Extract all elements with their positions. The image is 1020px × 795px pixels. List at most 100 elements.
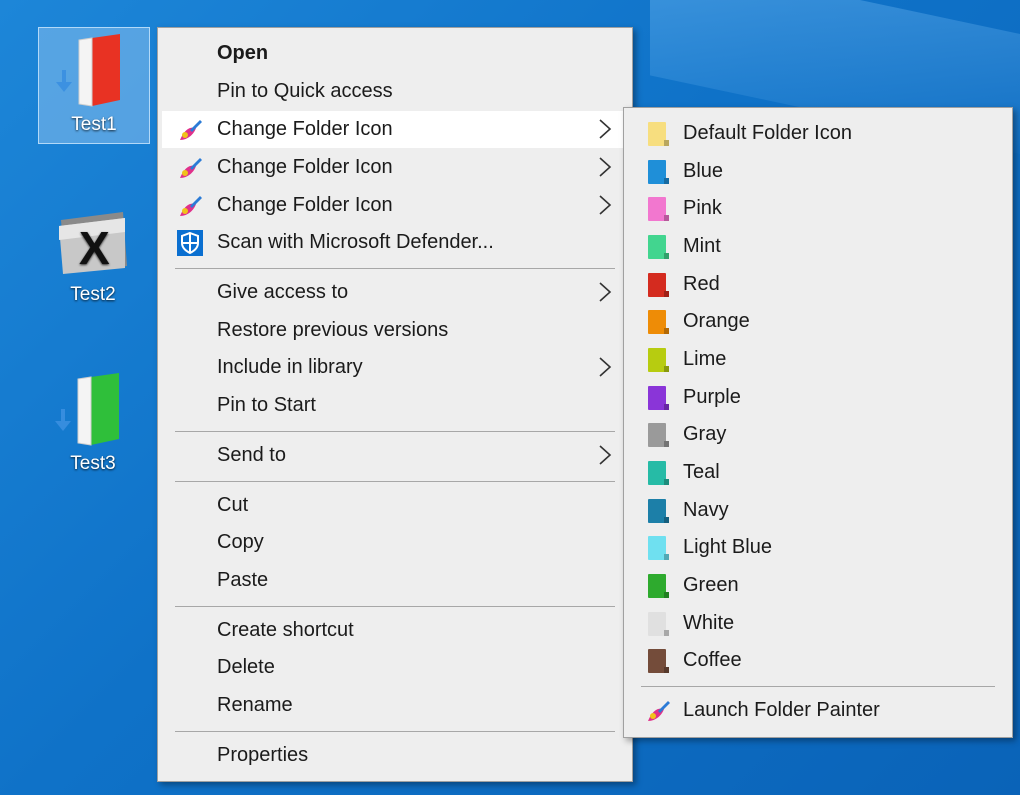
submenu-item-blue[interactable]: Blue <box>628 153 1008 190</box>
desktop-icon-label: Test1 <box>71 114 117 135</box>
menu-item-label: Properties <box>217 744 309 766</box>
submenu-item-label: Gray <box>683 423 727 445</box>
menu-item-open[interactable]: Open <box>162 35 628 72</box>
folder-painter-icon <box>176 154 204 182</box>
submenu-item-label: Navy <box>683 499 729 521</box>
menu-item-label: Create shortcut <box>217 619 354 641</box>
submenu-item-label: White <box>683 612 735 634</box>
menu-item-send-to[interactable]: Send to <box>162 437 628 474</box>
folder-swatch-icon <box>648 461 666 485</box>
menu-item-properties[interactable]: Properties <box>162 737 628 774</box>
menu-separator <box>175 431 615 432</box>
chevron-right-icon <box>598 156 612 178</box>
folder-swatch-icon <box>648 273 666 297</box>
menu-item-label: Include in library <box>217 356 363 378</box>
menu-item-label: Delete <box>217 656 275 678</box>
folder-swatch-icon <box>648 235 666 259</box>
desktop-icon-test3[interactable]: Test3 <box>38 367 148 482</box>
red-folder-icon <box>54 30 134 112</box>
submenu-item-navy[interactable]: Navy <box>628 492 1008 529</box>
submenu-item-label: Light Blue <box>683 536 772 558</box>
menu-item-copy[interactable]: Copy <box>162 524 628 561</box>
folder-swatch-icon <box>648 499 666 523</box>
menu-item-scan-defender[interactable]: Scan with Microsoft Defender... <box>162 224 628 261</box>
folder-swatch-icon <box>648 386 666 410</box>
menu-item-label: Give access to <box>217 281 349 303</box>
menu-item-delete[interactable]: Delete <box>162 649 628 686</box>
folder-swatch-icon <box>648 122 666 146</box>
submenu-item-label: Green <box>683 574 739 596</box>
menu-item-change-folder-icon-3[interactable]: Change Folder Icon <box>162 187 628 224</box>
folder-swatch-icon <box>648 612 666 636</box>
menu-separator <box>641 686 995 687</box>
svg-text:X: X <box>79 222 110 274</box>
submenu-item-white[interactable]: White <box>628 605 1008 642</box>
chevron-right-icon <box>598 118 612 140</box>
submenu-item-label: Launch Folder Painter <box>683 699 880 721</box>
submenu-item-purple[interactable]: Purple <box>628 379 1008 416</box>
submenu-item-label: Mint <box>683 235 721 257</box>
folder-swatch-icon <box>648 197 666 221</box>
menu-item-change-folder-icon-1[interactable]: Change Folder Icon <box>162 111 628 148</box>
menu-separator <box>175 606 615 607</box>
submenu-item-default[interactable]: Default Folder Icon <box>628 115 1008 152</box>
submenu-item-label: Default Folder Icon <box>683 122 852 144</box>
submenu-item-label: Red <box>683 273 720 295</box>
menu-item-pin-start[interactable]: Pin to Start <box>162 387 628 424</box>
folder-swatch-icon <box>648 423 666 447</box>
submenu-item-label: Orange <box>683 310 750 332</box>
menu-separator <box>175 268 615 269</box>
menu-item-pin-quick-access[interactable]: Pin to Quick access <box>162 73 628 110</box>
folder-color-submenu: Default Folder Icon Blue Pink Mint Red O… <box>623 107 1013 738</box>
submenu-item-teal[interactable]: Teal <box>628 454 1008 491</box>
menu-item-label: Copy <box>217 531 264 553</box>
green-folder-icon <box>53 369 133 451</box>
folder-swatch-icon <box>648 574 666 598</box>
folder-painter-icon <box>176 192 204 220</box>
chevron-right-icon <box>598 281 612 303</box>
folder-swatch-icon <box>648 348 666 372</box>
menu-item-include-library[interactable]: Include in library <box>162 349 628 386</box>
menu-separator <box>175 731 615 732</box>
folder-painter-icon <box>644 697 672 725</box>
defender-shield-icon <box>176 229 204 257</box>
submenu-item-orange[interactable]: Orange <box>628 303 1008 340</box>
folder-painter-icon <box>176 116 204 144</box>
submenu-item-light-blue[interactable]: Light Blue <box>628 529 1008 566</box>
desktop-icon-label: Test3 <box>70 453 116 474</box>
cross-folder-icon: X <box>53 200 133 282</box>
submenu-item-launch-folder-painter[interactable]: Launch Folder Painter <box>628 692 1008 729</box>
chevron-right-icon <box>598 356 612 378</box>
submenu-item-lime[interactable]: Lime <box>628 341 1008 378</box>
submenu-item-pink[interactable]: Pink <box>628 190 1008 227</box>
menu-item-label: Change Folder Icon <box>217 194 393 216</box>
submenu-item-red[interactable]: Red <box>628 266 1008 303</box>
menu-item-rename[interactable]: Rename <box>162 687 628 724</box>
context-menu: Open Pin to Quick access Change Folder I… <box>157 27 633 782</box>
menu-item-label: Change Folder Icon <box>217 118 393 140</box>
menu-item-label: Send to <box>217 444 286 466</box>
menu-item-restore-previous[interactable]: Restore previous versions <box>162 312 628 349</box>
submenu-item-gray[interactable]: Gray <box>628 416 1008 453</box>
folder-swatch-icon <box>648 649 666 673</box>
menu-item-change-folder-icon-2[interactable]: Change Folder Icon <box>162 149 628 186</box>
desktop-icon-test1[interactable]: Test1 <box>38 27 150 144</box>
submenu-item-coffee[interactable]: Coffee <box>628 642 1008 679</box>
chevron-right-icon <box>598 444 612 466</box>
submenu-item-label: Coffee <box>683 649 742 671</box>
menu-item-label: Pin to Start <box>217 394 316 416</box>
menu-item-cut[interactable]: Cut <box>162 487 628 524</box>
submenu-item-label: Pink <box>683 197 722 219</box>
submenu-item-green[interactable]: Green <box>628 567 1008 604</box>
desktop-icon-test2[interactable]: X Test2 <box>38 198 148 313</box>
submenu-item-label: Teal <box>683 461 720 483</box>
submenu-item-label: Purple <box>683 386 741 408</box>
menu-item-paste[interactable]: Paste <box>162 562 628 599</box>
menu-item-give-access[interactable]: Give access to <box>162 274 628 311</box>
menu-item-label: Scan with Microsoft Defender... <box>217 231 494 253</box>
submenu-item-mint[interactable]: Mint <box>628 228 1008 265</box>
menu-item-create-shortcut[interactable]: Create shortcut <box>162 612 628 649</box>
submenu-item-label: Lime <box>683 348 727 370</box>
chevron-right-icon <box>598 194 612 216</box>
folder-swatch-icon <box>648 536 666 560</box>
